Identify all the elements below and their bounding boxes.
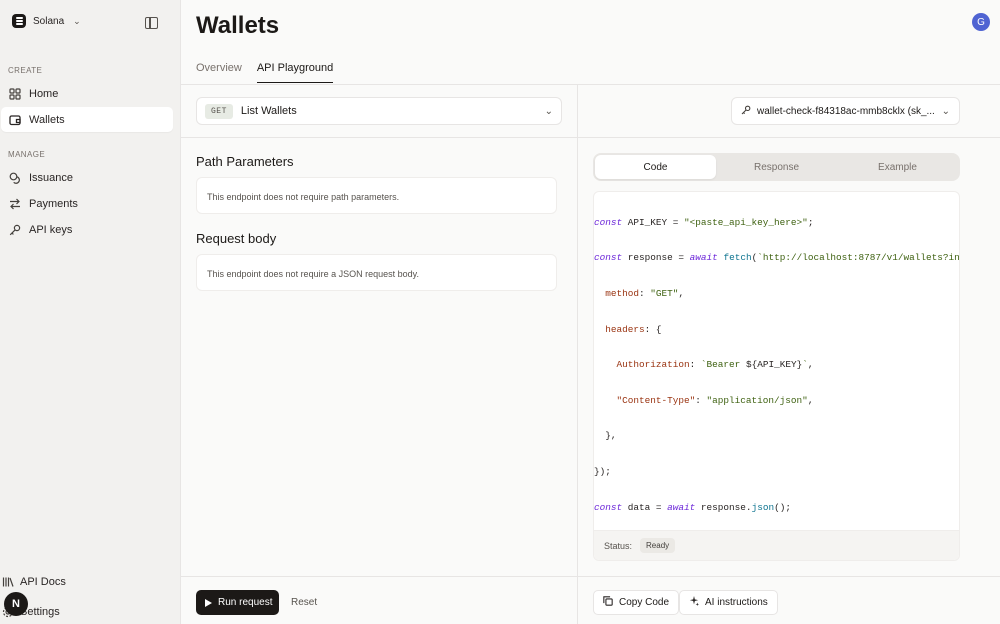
library-icon: [2, 576, 14, 588]
grid-icon: [9, 87, 21, 100]
run-request-label: Run request: [218, 597, 273, 608]
key-icon: [741, 105, 751, 118]
http-method-badge: GET: [205, 103, 233, 119]
main-content: Wallets G Overview API Playground GET Li…: [181, 0, 1000, 624]
copy-code-button[interactable]: Copy Code: [593, 590, 680, 615]
request-body-heading: Request body: [196, 231, 277, 246]
sidebar-item-label: Wallets: [29, 113, 65, 126]
sidebar-item-payments[interactable]: Payments: [1, 191, 173, 216]
tab-response[interactable]: Response: [716, 155, 837, 179]
code-line: "Content-Type": "application/json",: [616, 394, 814, 406]
code-line: headers: {: [605, 323, 662, 335]
transfer-arrows-icon: [9, 198, 21, 210]
sidebar-item-label: API keys: [29, 223, 73, 236]
code-line: },: [594, 430, 617, 442]
path-params-heading: Path Parameters: [196, 154, 294, 169]
code-line: method: "GET",: [605, 287, 685, 299]
solana-logo-icon: [12, 14, 26, 28]
code-editor[interactable]: const API_KEY = "<paste_api_key_here>"; …: [593, 191, 960, 561]
play-icon: [205, 598, 212, 607]
run-request-button[interactable]: Run request: [196, 590, 279, 615]
code-block: const API_KEY = "<paste_api_key_here>"; …: [594, 196, 960, 560]
code-line: const data = await response.json();: [594, 501, 791, 513]
endpoint-name: List Wallets: [240, 105, 297, 117]
endpoint-select[interactable]: GET List Wallets ⌄: [196, 97, 562, 125]
code-line: });: [594, 465, 611, 477]
divider: [181, 137, 577, 138]
section-label-manage: MANAGE: [8, 150, 46, 159]
divider: [181, 84, 1000, 85]
tab-example[interactable]: Example: [837, 155, 958, 179]
workspace-avatar[interactable]: N: [4, 592, 28, 616]
code-line: const API_KEY = "<paste_api_key_here>";: [594, 216, 814, 228]
sidebar-item-label: API Docs: [20, 576, 66, 588]
sidebar-item-label: Home: [29, 87, 59, 100]
org-switcher[interactable]: Solana ⌄: [12, 14, 81, 28]
api-key-select[interactable]: wallet-check-f84318ac-mmb8cklx (sk_... ⌄: [731, 97, 960, 125]
divider: [577, 85, 578, 624]
status-badge: Ready: [640, 538, 676, 553]
sidebar-item-api-docs[interactable]: API Docs: [2, 576, 66, 588]
request-body-note: This endpoint does not require a JSON re…: [196, 254, 557, 291]
api-key-select-value: wallet-check-f84318ac-mmb8cklx (sk_...: [757, 105, 935, 117]
key-icon: [9, 224, 21, 236]
user-avatar[interactable]: G: [972, 13, 990, 31]
sidebar-item-api-keys[interactable]: API keys: [1, 217, 173, 242]
tab-api-playground[interactable]: API Playground: [256, 62, 334, 83]
sidebar-toggle-icon[interactable]: [145, 17, 158, 29]
tab-code[interactable]: Code: [595, 155, 716, 179]
sidebar-item-issuance[interactable]: Issuance: [1, 165, 173, 190]
wallet-icon: [9, 114, 21, 126]
tab-overview[interactable]: Overview: [196, 62, 242, 83]
section-label-create: CREATE: [8, 66, 43, 75]
org-name: Solana: [33, 15, 65, 27]
chevron-down-icon: ⌄: [941, 105, 950, 117]
status-label: Status:: [604, 540, 633, 551]
copy-code-label: Copy Code: [619, 597, 670, 608]
copy-icon: [603, 596, 613, 609]
divider: [578, 576, 1000, 577]
sidebar-item-label: Issuance: [29, 171, 74, 184]
tab-bar: Overview API Playground: [196, 62, 334, 83]
page-title: Wallets: [196, 12, 280, 39]
view-segmented-control: Code Response Example: [593, 153, 960, 181]
code-line: Authorization: `Bearer ${API_KEY}`,: [616, 359, 814, 371]
ai-instructions-label: AI instructions: [705, 597, 768, 608]
sidebar-item-wallets[interactable]: Wallets: [1, 107, 173, 132]
divider: [578, 137, 1000, 138]
sidebar: Solana ⌄ CREATE Home Wallets MANAGE Issu…: [0, 0, 181, 624]
status-bar: Status: Ready: [594, 530, 959, 560]
reset-button[interactable]: Reset: [291, 597, 317, 608]
sparkles-icon: [689, 596, 699, 609]
path-params-note: This endpoint does not require path para…: [196, 177, 557, 214]
sidebar-item-home[interactable]: Home: [1, 81, 173, 106]
chevron-down-icon: ⌄: [544, 105, 553, 117]
chevron-down-icon: ⌄: [73, 15, 81, 26]
divider: [181, 576, 577, 577]
code-line: const response = await fetch(`http://loc…: [594, 252, 960, 264]
coins-icon: [9, 172, 21, 184]
ai-instructions-button[interactable]: AI instructions: [679, 590, 778, 615]
sidebar-item-label: Payments: [29, 197, 78, 210]
